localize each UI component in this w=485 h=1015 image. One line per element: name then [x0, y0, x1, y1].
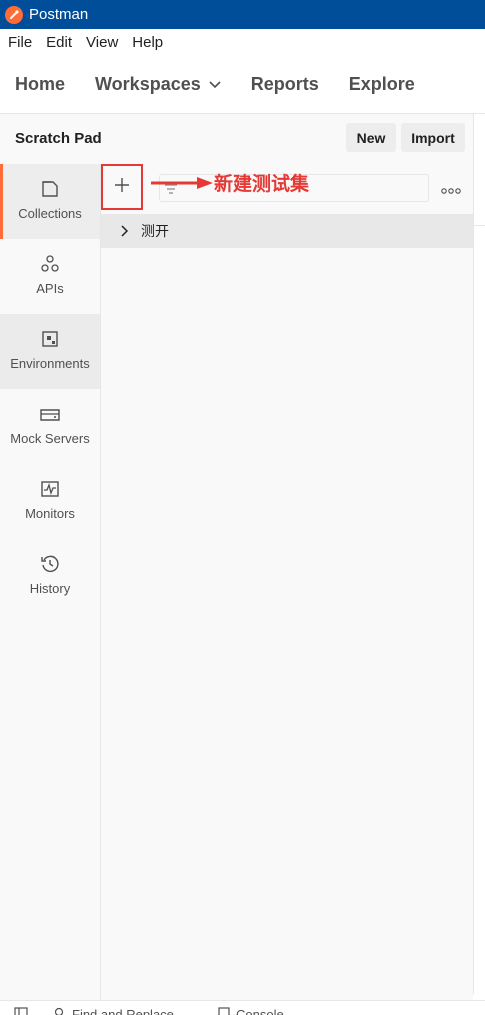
mock-servers-icon [39, 403, 61, 425]
sidebar: Collections APIs Environments Mock Serve… [0, 164, 101, 1000]
nav-reports[interactable]: Reports [251, 74, 319, 95]
nav-workspaces[interactable]: Workspaces [95, 74, 221, 95]
collections-icon [41, 178, 59, 200]
menu-help[interactable]: Help [132, 34, 163, 51]
sidebar-label-mock-servers: Mock Servers [10, 431, 89, 446]
sidebar-item-apis[interactable]: APIs [0, 239, 100, 314]
sidebar-item-monitors[interactable]: Monitors [0, 464, 100, 539]
menu-view[interactable]: View [86, 34, 118, 51]
sidebar-label-apis: APIs [36, 281, 63, 296]
sidebar-label-environments: Environments [10, 356, 89, 371]
new-collection-button[interactable] [101, 164, 143, 210]
collections-panel: 新建测试集 测开 [101, 164, 473, 1000]
apis-icon [40, 253, 60, 275]
chevron-down-icon [209, 81, 221, 89]
plus-icon [113, 176, 131, 199]
menu-bar: File Edit View Help [0, 29, 485, 56]
new-button[interactable]: New [346, 123, 396, 152]
annotation-arrow [151, 176, 215, 190]
workspace-title: Scratch Pad [15, 130, 102, 147]
nav-home[interactable]: Home [15, 74, 65, 95]
app-title: Postman [29, 6, 88, 23]
history-icon [40, 553, 60, 575]
workspace-header: Scratch Pad New Import [0, 114, 473, 165]
title-bar: Postman [0, 0, 485, 29]
active-indicator [0, 164, 3, 239]
collection-name: 测开 [141, 221, 169, 241]
menu-file[interactable]: File [8, 34, 32, 51]
sidebar-item-history[interactable]: History [0, 539, 100, 614]
sidebar-label-history: History [30, 581, 70, 596]
top-navigation: Home Workspaces Reports Explore [0, 56, 485, 114]
sidebar-label-collections: Collections [18, 206, 82, 221]
main-pane-edge [473, 114, 485, 994]
postman-logo-icon [5, 6, 23, 24]
sidebar-label-monitors: Monitors [25, 506, 75, 521]
menu-edit[interactable]: Edit [46, 34, 72, 51]
nav-reports-label: Reports [251, 74, 319, 95]
sidebar-item-environments[interactable]: Environments [0, 314, 100, 389]
nav-explore[interactable]: Explore [349, 74, 415, 95]
nav-workspaces-label: Workspaces [95, 74, 201, 95]
import-button[interactable]: Import [401, 123, 465, 152]
annotation-label: 新建测试集 [214, 169, 309, 196]
collection-item[interactable]: 测开 [101, 214, 473, 248]
monitors-icon [40, 478, 60, 500]
sidebar-item-collections[interactable]: Collections [0, 164, 100, 239]
environments-icon [41, 328, 59, 350]
status-bar: Find and Replace Console [0, 1000, 485, 1015]
nav-home-label: Home [15, 74, 65, 95]
sidebar-item-mock-servers[interactable]: Mock Servers [0, 389, 100, 464]
more-options-icon[interactable] [441, 182, 461, 200]
nav-explore-label: Explore [349, 74, 415, 95]
chevron-right-icon[interactable] [121, 225, 129, 237]
